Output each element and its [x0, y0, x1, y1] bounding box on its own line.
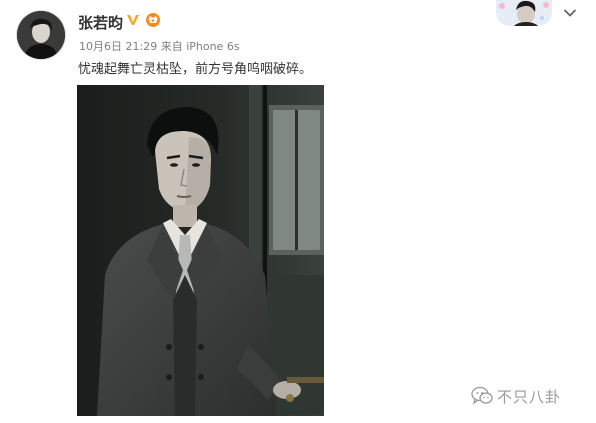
- verified-badge-icon: [127, 15, 139, 25]
- post-timestamp[interactable]: 10月6日 21:29: [79, 40, 157, 53]
- post-source: 来自 iPhone 6s: [160, 40, 240, 53]
- post-meta: 10月6日 21:29 来自 iPhone 6s: [79, 38, 240, 54]
- watermark: 不只八卦: [471, 385, 561, 407]
- author-name[interactable]: 张若昀: [78, 12, 123, 33]
- chevron-down-icon[interactable]: [563, 8, 577, 18]
- vip-member-icon[interactable]: [145, 12, 161, 28]
- wechat-icon: [471, 386, 493, 405]
- current-user-avatar[interactable]: [496, 0, 552, 26]
- author-avatar[interactable]: [17, 11, 65, 59]
- post-photo[interactable]: [77, 85, 324, 416]
- watermark-text: 不只八卦: [497, 387, 562, 406]
- post-text: 忧魂起舞亡灵枯坠，前方号角呜咽破碎。: [78, 62, 313, 77]
